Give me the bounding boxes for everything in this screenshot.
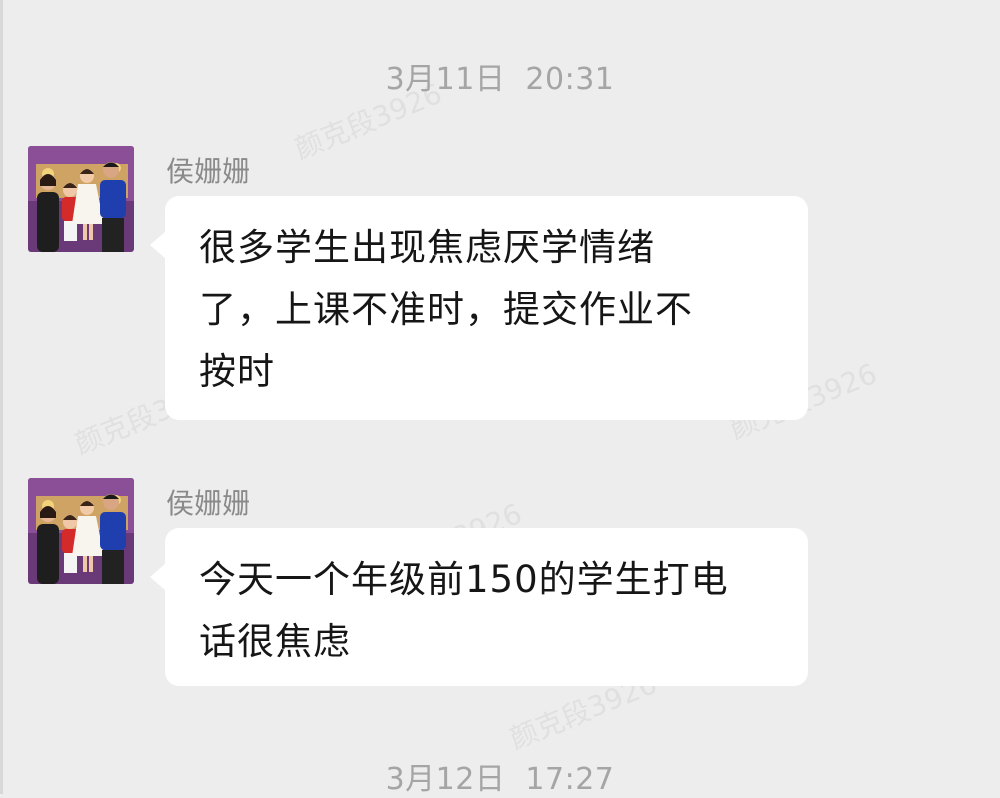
- chat-view: 颜克段3926 颜克段3926 颜克段3926 颜克段3926 颜克段3926 …: [0, 0, 1000, 797]
- message-text-line: 很多学生出现焦虑厌学情绪: [199, 226, 655, 269]
- message-text-line: 话很焦虑: [199, 620, 351, 663]
- message-text-line: 今天一个年级前150的学生打电: [199, 558, 729, 601]
- sender-name: 侯姗姗: [166, 487, 251, 520]
- sender-name: 侯姗姗: [166, 155, 251, 188]
- bubble-tail: [150, 563, 166, 591]
- message-timestamp: 3月12日 17:27: [385, 762, 615, 797]
- message-timestamp: 3月11日 20:31: [385, 62, 615, 97]
- left-border: [0, 0, 3, 794]
- message-bubble[interactable]: 今天一个年级前150的学生打电 话很焦虑: [150, 528, 808, 686]
- avatar[interactable]: [28, 478, 134, 584]
- message-text-line: 按时: [199, 350, 275, 393]
- bubble-tail: [150, 231, 166, 259]
- avatar[interactable]: [28, 146, 134, 252]
- message-text-line: 了，上课不准时，提交作业不: [199, 288, 693, 331]
- message-bubble[interactable]: 很多学生出现焦虑厌学情绪 了，上课不准时，提交作业不 按时: [150, 196, 808, 420]
